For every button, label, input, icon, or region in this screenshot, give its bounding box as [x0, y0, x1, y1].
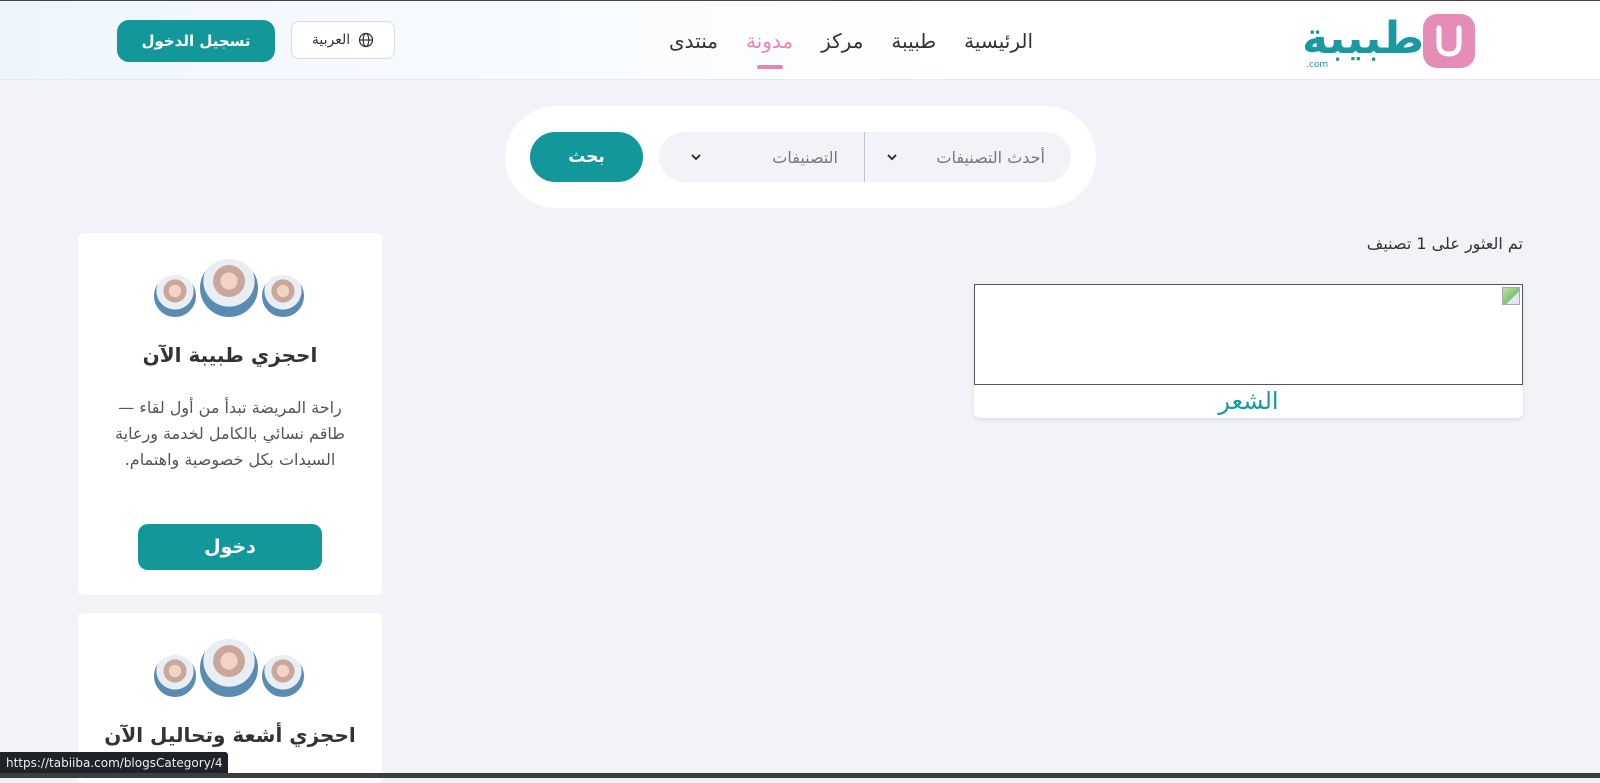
category-select[interactable]: التصنيفات — [659, 132, 864, 182]
avatar — [260, 273, 306, 319]
nav-item-center[interactable]: مركز — [807, 23, 877, 63]
sort-select[interactable]: أحدث التصنيفات — [865, 132, 1071, 182]
stethoscope-logo-icon — [1423, 14, 1475, 68]
nav-item-doctor[interactable]: طبيبة — [877, 23, 950, 63]
globe-icon — [358, 32, 374, 48]
doctor-avatars — [152, 257, 308, 319]
logo-wordmark: طبيبة — [1302, 13, 1425, 64]
language-label: العربية — [311, 32, 351, 48]
promo-card-title: احجزي أشعة وتحاليل الآن — [104, 723, 356, 747]
avatar — [152, 273, 198, 319]
chevron-down-icon — [691, 151, 701, 164]
category-title[interactable]: الشعر — [974, 384, 1523, 418]
main-nav: الرئيسية طبيبة مركز مدونة منتدى — [655, 23, 1047, 63]
filter-group: التصنيفات أحدث التصنيفات — [659, 132, 1071, 182]
nav-item-blog[interactable]: مدونة — [732, 23, 807, 63]
doctor-avatars — [152, 637, 308, 699]
category-card[interactable]: الشعر — [974, 284, 1523, 418]
search-bar: بحث التصنيفات أحدث التصنيفات — [505, 106, 1096, 208]
login-button[interactable]: تسجيل الدخول — [117, 20, 275, 62]
promo-card-doctor: احجزي طبيبة الآن راحة المريضة تبدأ من أو… — [78, 233, 382, 595]
avatar — [198, 257, 260, 319]
broken-image-icon — [1502, 287, 1520, 305]
avatar — [260, 653, 306, 699]
link-status-bar: https://tabiiba.com/blogsCategory/4 — [0, 752, 229, 774]
promo-card-title: احجزي طبيبة الآن — [142, 343, 318, 367]
site-logo[interactable]: طبيبة .com — [1302, 13, 1475, 71]
category-select-value: التصنيفات — [772, 147, 838, 167]
promo-card-description: راحة المريضة تبدأ من أول لقاء — طاقم نسا… — [115, 398, 345, 469]
language-button[interactable]: العربية — [291, 21, 395, 59]
category-image — [974, 284, 1523, 385]
chevron-down-icon — [887, 151, 897, 164]
window-bottom-edge — [0, 773, 1600, 778]
avatar — [198, 637, 260, 699]
avatar — [152, 653, 198, 699]
search-button[interactable]: بحث — [530, 132, 643, 182]
site-header: طبيبة .com الرئيسية طبيبة مركز مدونة منت… — [0, 1, 1600, 80]
nav-item-home[interactable]: الرئيسية — [950, 23, 1047, 63]
nav-item-forum[interactable]: منتدى — [655, 23, 732, 63]
sort-select-value: أحدث التصنيفات — [936, 147, 1045, 167]
enter-button[interactable]: دخول — [138, 524, 322, 570]
logo-suffix: .com — [1306, 60, 1329, 70]
results-count: تم العثور على 1 تصنيف — [1366, 234, 1523, 253]
